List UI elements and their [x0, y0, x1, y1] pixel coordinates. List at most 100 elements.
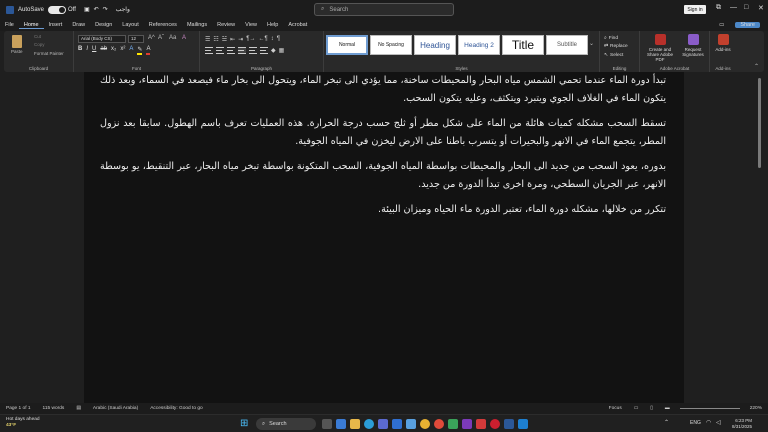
- word-taskbar-icon[interactable]: [504, 419, 514, 429]
- show-marks-icon[interactable]: ¶: [277, 36, 280, 43]
- proofing-icon[interactable]: ▤: [70, 406, 87, 411]
- font-color-icon[interactable]: A: [146, 46, 151, 55]
- style-normal[interactable]: Normal: [326, 35, 368, 55]
- start-icon[interactable]: ⊞: [240, 418, 248, 429]
- find-button[interactable]: ⌕ Find: [604, 35, 618, 42]
- style-heading-2[interactable]: Heading 2: [458, 35, 500, 55]
- subscript-icon[interactable]: x₂: [111, 46, 116, 55]
- share-button[interactable]: Share: [735, 22, 760, 28]
- addins-button[interactable]: Add-ins: [712, 34, 734, 52]
- text-effects-icon[interactable]: A: [129, 46, 133, 55]
- print-layout-icon[interactable]: ▯: [644, 406, 659, 411]
- style-title[interactable]: Title: [502, 35, 544, 55]
- tab-review[interactable]: Review: [212, 22, 240, 28]
- borders-icon[interactable]: ▦: [279, 47, 285, 54]
- font-size-select[interactable]: 12: [128, 35, 144, 43]
- undo-icon[interactable]: ↶: [94, 6, 99, 13]
- file-explorer-icon[interactable]: [350, 419, 360, 429]
- tab-acrobat[interactable]: Acrobat: [283, 22, 312, 28]
- maximize-icon[interactable]: □: [744, 4, 748, 11]
- shading-icon[interactable]: ◆: [271, 47, 276, 54]
- store-icon[interactable]: [378, 419, 388, 429]
- align-center-icon[interactable]: [216, 47, 224, 54]
- ribbon-options-icon[interactable]: ⧉: [716, 4, 721, 12]
- justify-icon[interactable]: [238, 47, 246, 54]
- taskbar-search[interactable]: ⌕ Search: [256, 418, 316, 430]
- bold-icon[interactable]: B: [78, 46, 82, 55]
- highlight-icon[interactable]: ✎: [137, 46, 143, 55]
- tab-view[interactable]: View: [240, 22, 262, 28]
- style-subtitle[interactable]: Subtitle: [546, 35, 588, 55]
- distributed-icon[interactable]: [249, 47, 257, 54]
- paragraph-1[interactable]: تبدأ دورة الماء عندما تحمي الشمس مياه ال…: [100, 72, 666, 107]
- paste-button[interactable]: Paste: [11, 49, 23, 54]
- app-purple-icon[interactable]: [462, 419, 472, 429]
- paste-icon[interactable]: [12, 35, 22, 48]
- multilevel-icon[interactable]: ☱: [222, 36, 227, 43]
- superscript-icon[interactable]: x²: [120, 46, 125, 55]
- volume-icon[interactable]: ◁: [716, 419, 721, 426]
- word-count[interactable]: 115 words: [37, 406, 71, 411]
- ltr-icon[interactable]: ¶→: [246, 36, 255, 43]
- read-mode-icon[interactable]: ▭: [628, 406, 645, 411]
- minimize-icon[interactable]: —: [730, 4, 737, 11]
- line-spacing-icon[interactable]: [260, 47, 268, 54]
- app-green-icon[interactable]: [448, 419, 458, 429]
- opera-icon[interactable]: [490, 419, 500, 429]
- taskbar-clock[interactable]: 6:23 PM 8/31/2025: [732, 418, 752, 430]
- search-input[interactable]: ⌕ Search: [314, 3, 454, 16]
- decrease-indent-icon[interactable]: ⇤: [230, 36, 235, 43]
- font-family-select[interactable]: Arial (Body CS): [78, 35, 126, 43]
- style-heading[interactable]: Heading: [414, 35, 456, 55]
- weather-widget[interactable]: Hot days ahead 43°F: [6, 417, 40, 429]
- paragraph-3[interactable]: بدوره، يعود السحب من جديد الى البحار وال…: [100, 158, 666, 193]
- app-red-icon[interactable]: [476, 419, 486, 429]
- zoom-level[interactable]: 220%: [744, 406, 768, 411]
- tab-file[interactable]: File: [0, 22, 19, 28]
- paragraph-2[interactable]: تسقط السحب مشكله كميات هائلة من الماء عل…: [100, 115, 666, 150]
- task-view-icon[interactable]: [322, 419, 332, 429]
- focus-button[interactable]: Focus: [603, 406, 628, 411]
- sort-icon[interactable]: ↕: [271, 36, 274, 43]
- tray-chevron-icon[interactable]: ⌃: [664, 419, 669, 426]
- numbering-icon[interactable]: ☷: [213, 36, 218, 43]
- tab-draw[interactable]: Draw: [67, 22, 90, 28]
- tab-home[interactable]: Home: [18, 22, 44, 29]
- request-signatures-button[interactable]: Request Signatures: [678, 34, 708, 57]
- comments-icon[interactable]: ▭: [714, 22, 729, 28]
- accessibility-status[interactable]: Accessibility: Good to go: [144, 406, 209, 411]
- widgets-icon[interactable]: [336, 419, 346, 429]
- tab-design[interactable]: Design: [90, 22, 117, 28]
- photos-icon[interactable]: [406, 419, 416, 429]
- grow-font-icon[interactable]: A^: [148, 35, 155, 41]
- cut-button[interactable]: Cut: [34, 34, 41, 39]
- paragraph-4[interactable]: تتكرر من خلالها، مشكله دورة الماء، تعتبر…: [100, 201, 666, 219]
- page-count[interactable]: Page 1 of 1: [0, 406, 37, 411]
- tab-mailings[interactable]: Mailings: [182, 22, 212, 28]
- tab-layout[interactable]: Layout: [117, 22, 144, 28]
- collapse-ribbon-icon[interactable]: ⌃: [754, 63, 759, 70]
- redo-icon[interactable]: ↷: [103, 6, 108, 13]
- document-body[interactable]: تبدأ دورة الماء عندما تحمي الشمس مياه ال…: [100, 72, 666, 227]
- rtl-icon[interactable]: ←¶: [258, 36, 267, 43]
- tab-insert[interactable]: Insert: [44, 22, 68, 28]
- wifi-icon[interactable]: ◠: [706, 419, 711, 426]
- change-case-icon[interactable]: Aa: [169, 35, 176, 41]
- italic-icon[interactable]: I: [86, 46, 88, 55]
- scrollbar-thumb[interactable]: [758, 78, 761, 168]
- bullets-icon[interactable]: ☰: [205, 36, 210, 43]
- replace-button[interactable]: ⇄ Replace: [604, 44, 628, 49]
- align-left-icon[interactable]: [205, 47, 213, 54]
- select-button[interactable]: ↖ Select: [604, 53, 623, 58]
- vertical-scrollbar[interactable]: [755, 72, 764, 403]
- app-blue-icon[interactable]: [518, 419, 528, 429]
- create-share-pdf-button[interactable]: Create and Share Adobe PDF: [643, 34, 677, 62]
- close-icon[interactable]: ✕: [758, 4, 764, 12]
- mail-icon[interactable]: [392, 419, 402, 429]
- styles-more-icon[interactable]: ⌄: [589, 40, 594, 47]
- language-status[interactable]: Arabic (Saudi Arabia): [87, 406, 144, 411]
- tab-references[interactable]: References: [144, 22, 182, 28]
- chrome-icon[interactable]: [420, 419, 430, 429]
- style-no-spacing[interactable]: No Spacing: [370, 35, 412, 55]
- format-painter-button[interactable]: Format Painter: [34, 51, 64, 56]
